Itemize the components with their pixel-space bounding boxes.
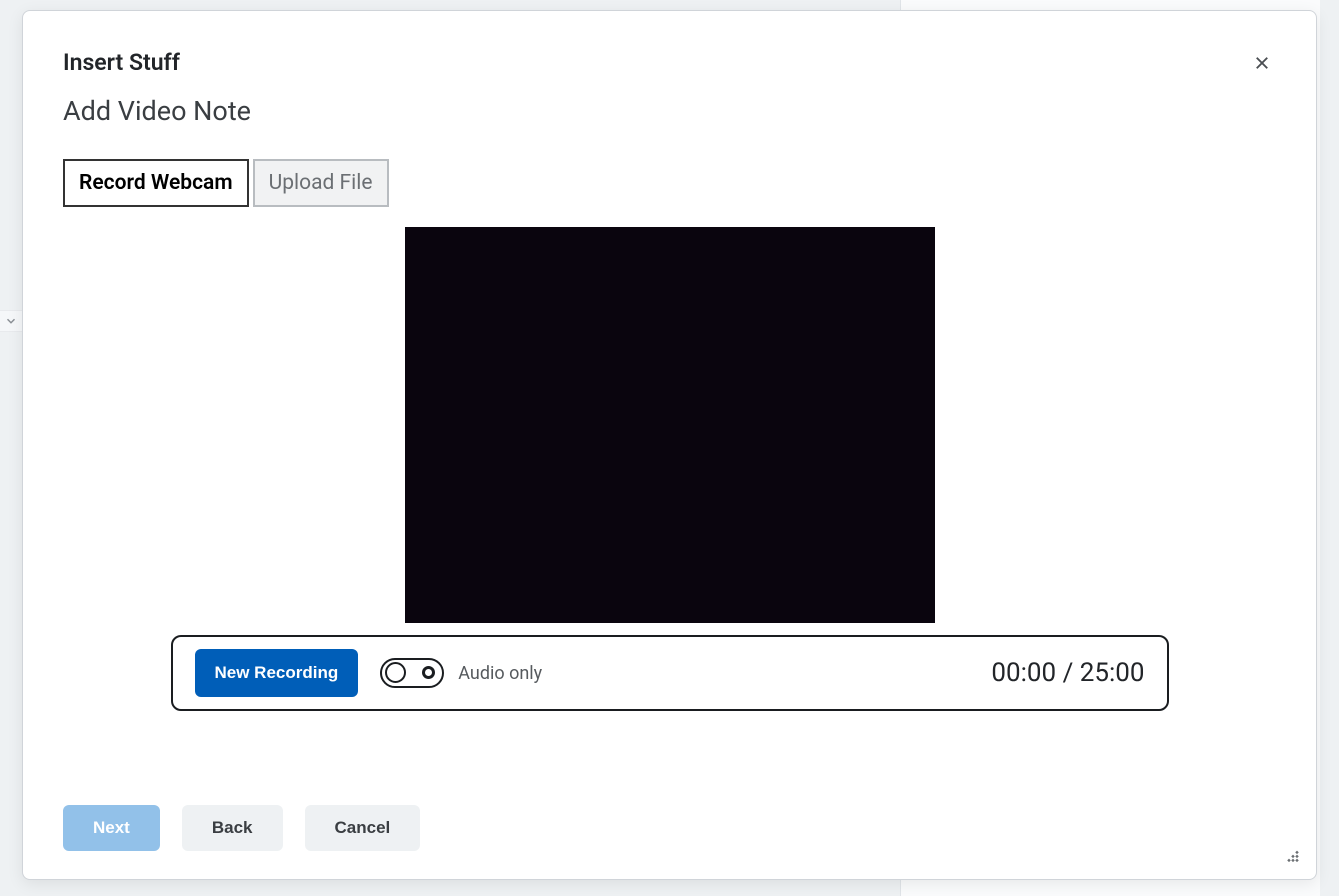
close-icon <box>1253 54 1271 72</box>
insert-stuff-modal: Insert Stuff Add Video Note Record Webca… <box>22 10 1317 880</box>
toggle-indicator-icon <box>422 666 435 679</box>
close-button[interactable] <box>1248 49 1276 77</box>
resize-icon <box>1282 845 1302 865</box>
cancel-button[interactable]: Cancel <box>305 805 421 851</box>
next-button[interactable]: Next <box>63 805 160 851</box>
resize-handle[interactable] <box>1282 845 1302 865</box>
audio-only-toggle-group: Audio only <box>380 658 542 688</box>
tabs: Record Webcam Upload File <box>63 159 1276 207</box>
modal-subtitle: Add Video Note <box>63 95 1276 127</box>
new-recording-button[interactable]: New Recording <box>195 649 359 697</box>
audio-only-toggle[interactable] <box>380 658 444 688</box>
modal-header: Insert Stuff <box>63 49 1276 77</box>
video-preview <box>405 227 935 623</box>
modal-title: Insert Stuff <box>63 49 180 76</box>
toggle-knob-icon <box>385 662 406 683</box>
video-area: New Recording Audio only 00:00 / 25:00 <box>63 227 1276 765</box>
modal-footer: Next Back Cancel <box>63 765 1276 851</box>
tab-record-webcam[interactable]: Record Webcam <box>63 159 249 207</box>
chevron-down-icon[interactable] <box>0 310 22 332</box>
recording-time-display: 00:00 / 25:00 <box>991 658 1144 688</box>
back-button[interactable]: Back <box>182 805 283 851</box>
tab-upload-file[interactable]: Upload File <box>253 159 389 207</box>
audio-only-label: Audio only <box>458 663 542 684</box>
recording-controls-bar: New Recording Audio only 00:00 / 25:00 <box>171 635 1169 711</box>
